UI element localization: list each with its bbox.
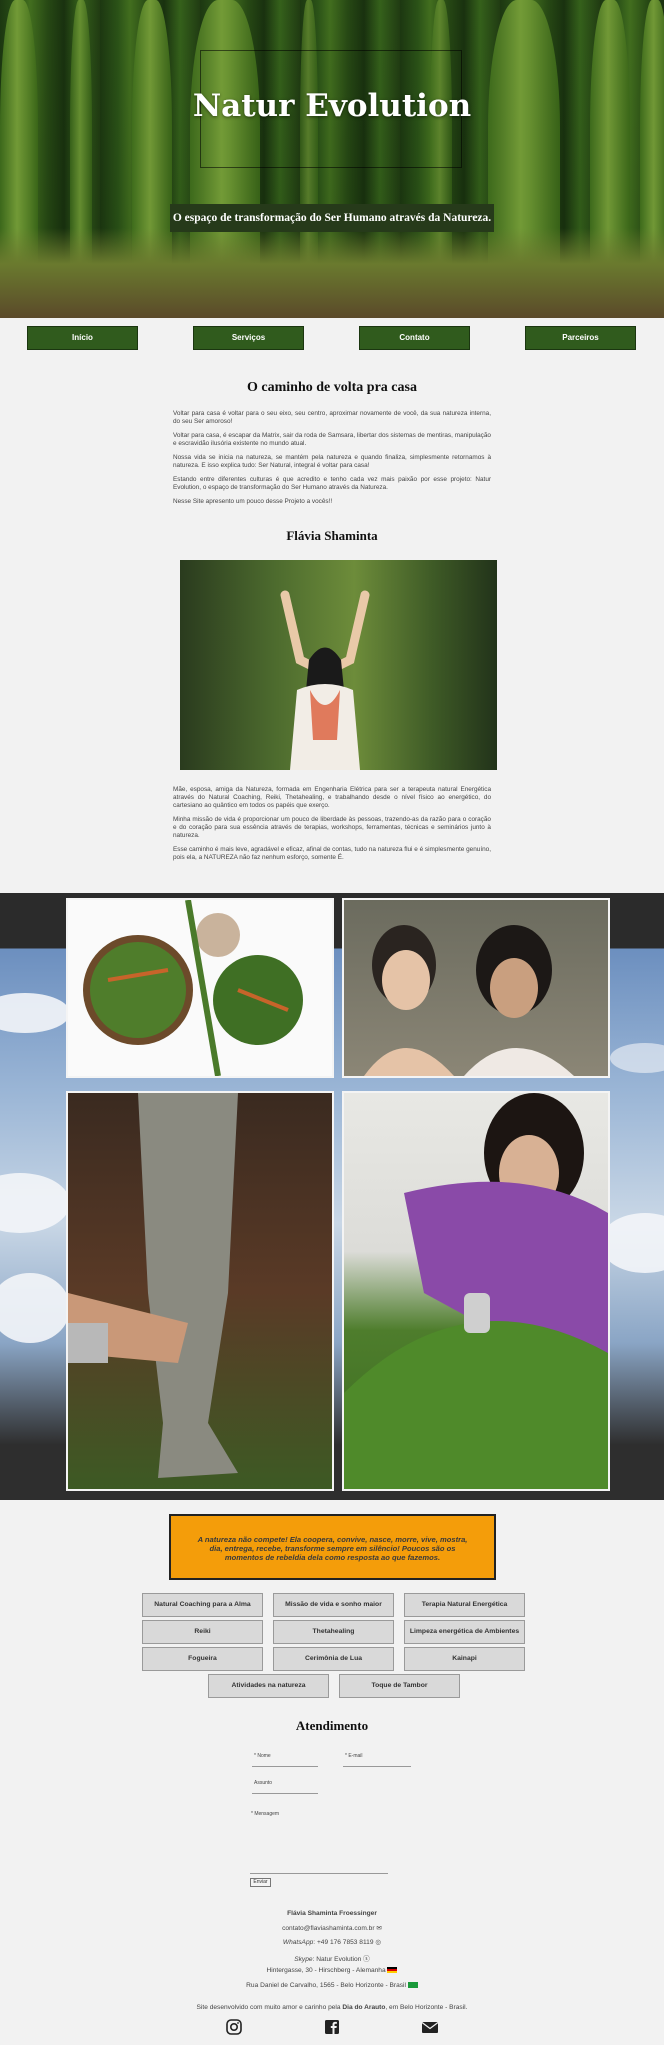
- smudge-illustration: [344, 1093, 608, 1489]
- site-subtitle: O espaço de transformação do Ser Humano …: [170, 204, 494, 232]
- credit-prefix: Site desenvolvido com muito amor e carin…: [196, 2004, 343, 2011]
- subject-label: Assunto: [254, 1780, 273, 1786]
- footer-credit: Site desenvolvido com muito amor e carin…: [0, 2004, 664, 2011]
- email-label: * E-mail: [345, 1753, 363, 1759]
- credit-link[interactable]: Dia do Arauto: [342, 2004, 385, 2011]
- footer-address-de: Hintergasse, 30 - Hirschberg - Alemanha: [266, 1967, 386, 1974]
- footer-email[interactable]: contato@flaviashaminta.com.br: [282, 1925, 374, 1932]
- gallery-photo-therapy: [342, 898, 610, 1078]
- intro-paragraph: Nossa vida se inicia na natureza, se man…: [173, 454, 491, 469]
- site-title: Natur Evolution: [192, 88, 472, 124]
- nav-servicos[interactable]: Serviços: [193, 326, 304, 350]
- message-label: * Mensagem: [251, 1811, 280, 1817]
- cloud: [610, 1043, 664, 1073]
- gallery-photo-smudge: [342, 1091, 610, 1491]
- hero-banner: Natur Evolution O espaço de transformaçã…: [0, 0, 664, 318]
- footer-address-br: Rua Daniel de Carvalho, 1565 - Belo Hori…: [246, 1982, 406, 1989]
- therapy-illustration: [364, 925, 574, 1076]
- gallery-photo-herbs: [66, 898, 334, 1078]
- email-input[interactable]: [343, 1766, 411, 1767]
- cloud: [0, 1273, 70, 1343]
- credit-suffix: , em Belo Horizonte - Brasil.: [385, 2004, 468, 2011]
- service-reiki[interactable]: Reiki: [142, 1620, 263, 1644]
- email-icon[interactable]: [420, 2018, 440, 2036]
- mail-icon: ✉: [376, 1925, 382, 1932]
- message-textarea[interactable]: [250, 1873, 388, 1874]
- intro-paragraph: Estando entre diferentes culturas é que …: [173, 476, 491, 491]
- photo-gallery: [0, 893, 664, 1500]
- contact-title: Atendimento: [295, 1718, 369, 1733]
- footer-whatsapp-line[interactable]: WhatsApp: +49 176 7853 8119 ◎: [0, 1938, 664, 1946]
- name-input[interactable]: [252, 1766, 318, 1767]
- submit-button[interactable]: Enviar: [250, 1878, 271, 1887]
- bio-paragraph: Mãe, esposa, amiga da Natureza, formada …: [173, 786, 491, 809]
- nav-inicio[interactable]: Início: [27, 326, 138, 350]
- cloud: [0, 993, 70, 1033]
- intro-paragraph: Voltar para casa é voltar para o seu eix…: [173, 410, 491, 425]
- nav-parceiros[interactable]: Parceiros: [525, 326, 636, 350]
- service-thetahealing[interactable]: Thetahealing: [273, 1620, 394, 1644]
- footer-address-br-line: Rua Daniel de Carvalho, 1565 - Belo Hori…: [0, 1982, 664, 1989]
- service-kainapi[interactable]: Kainapi: [404, 1647, 525, 1671]
- intro-paragraph: Nesse Site apresento um pouco desse Proj…: [173, 498, 333, 505]
- instagram-icon[interactable]: [224, 2018, 244, 2036]
- forest-floor: [0, 228, 664, 318]
- service-cerimonia-de-lua[interactable]: Cerimônia de Lua: [273, 1647, 394, 1671]
- flavia-photo: [180, 560, 497, 770]
- service-limpeza-energetica[interactable]: Limpeza energética de Ambientes: [404, 1620, 525, 1644]
- service-missao-de-vida[interactable]: Missão de vida e sonho maior: [273, 1593, 394, 1617]
- service-terapia-natural[interactable]: Terapia Natural Energética: [404, 1593, 525, 1617]
- person-illustration: [280, 590, 370, 770]
- whatsapp-icon: ◎: [375, 1939, 382, 1946]
- skype-icon: ⓢ: [363, 1956, 370, 1963]
- skype-label: Skype: [294, 1956, 313, 1963]
- main-nav: Início Serviços Contato Parceiros: [0, 326, 664, 351]
- herbs-illustration: [83, 900, 303, 1076]
- cloud: [0, 1173, 70, 1233]
- bio-paragraph: Esse caminho é mais leve, agradável e ef…: [173, 846, 491, 861]
- footer-address-de-line: Hintergasse, 30 - Hirschberg - Alemanha: [0, 1967, 664, 1974]
- footer-name: Flávia Shaminta Froessinger: [287, 1910, 377, 1917]
- nature-quote: A natureza não compete! Ela coopera, con…: [169, 1514, 496, 1580]
- clay-leg-illustration: [68, 1093, 238, 1478]
- service-atividades-natureza[interactable]: Atividades na natureza: [208, 1674, 329, 1698]
- service-toque-de-tambor[interactable]: Toque de Tambor: [339, 1674, 460, 1698]
- whatsapp-label: WhatsApp: [282, 1939, 314, 1946]
- intro-paragraph: Voltar para casa, é escapar da Matrix, s…: [173, 432, 491, 447]
- facebook-icon[interactable]: [322, 2018, 342, 2036]
- service-fogueira[interactable]: Fogueira: [142, 1647, 263, 1671]
- footer-whatsapp[interactable]: : +49 176 7853 8119: [313, 1939, 373, 1946]
- brazil-flag-icon: [407, 1982, 418, 1989]
- name-label: * Nome: [254, 1753, 271, 1759]
- intro-title: O caminho de volta pra casa: [247, 380, 417, 395]
- bio-paragraph: Minha missão de vida é proporcionar um p…: [173, 816, 491, 839]
- germany-flag-icon: [387, 1967, 398, 1974]
- footer-email-line[interactable]: contato@flaviashaminta.com.br ✉: [0, 1924, 664, 1932]
- bio-title: Flávia Shaminta: [286, 528, 378, 543]
- subject-input[interactable]: [252, 1793, 318, 1794]
- footer-skype-line[interactable]: Skype: Natur Evolution ⓢ: [0, 1953, 664, 1963]
- footer-skype[interactable]: : Natur Evolution: [313, 1956, 362, 1963]
- service-natural-coaching[interactable]: Natural Coaching para a Alma: [142, 1593, 263, 1617]
- gallery-photo-clay-leg: [66, 1091, 334, 1491]
- nav-contato[interactable]: Contato: [359, 326, 470, 350]
